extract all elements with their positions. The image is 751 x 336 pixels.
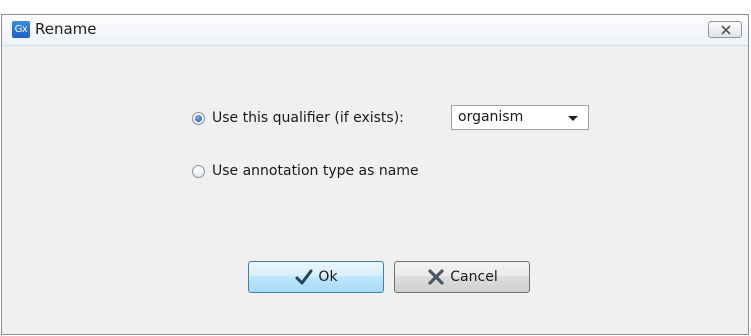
dialog-title: Rename (35, 20, 97, 38)
annotation-type-option[interactable]: Use annotation type as name (192, 161, 419, 181)
qualifier-select[interactable]: organism (451, 105, 589, 130)
qualifier-option[interactable]: Use this qualifier (if exists): (192, 108, 404, 128)
qualifier-radio[interactable] (192, 111, 205, 125)
ok-button[interactable]: Ok (248, 261, 384, 293)
annotation-type-radio[interactable] (192, 164, 205, 178)
checkmark-icon (295, 269, 313, 285)
title-bar[interactable]: Gx Rename (2, 15, 748, 46)
chevron-down-icon (568, 116, 578, 121)
close-button[interactable] (708, 21, 742, 38)
qualifier-select-value: organism (458, 109, 524, 125)
rename-dialog: Gx Rename Use this qualifier (if exists)… (1, 14, 749, 335)
annotation-type-option-label: Use annotation type as name (212, 163, 419, 179)
cancel-button-label: Cancel (450, 269, 498, 285)
qualifier-option-label: Use this qualifier (if exists): (212, 110, 404, 126)
close-icon (721, 25, 731, 35)
cancel-button[interactable]: Cancel (394, 261, 530, 293)
x-icon (428, 269, 444, 285)
ok-button-label: Ok (318, 269, 338, 285)
gx-app-icon: Gx (12, 21, 30, 38)
